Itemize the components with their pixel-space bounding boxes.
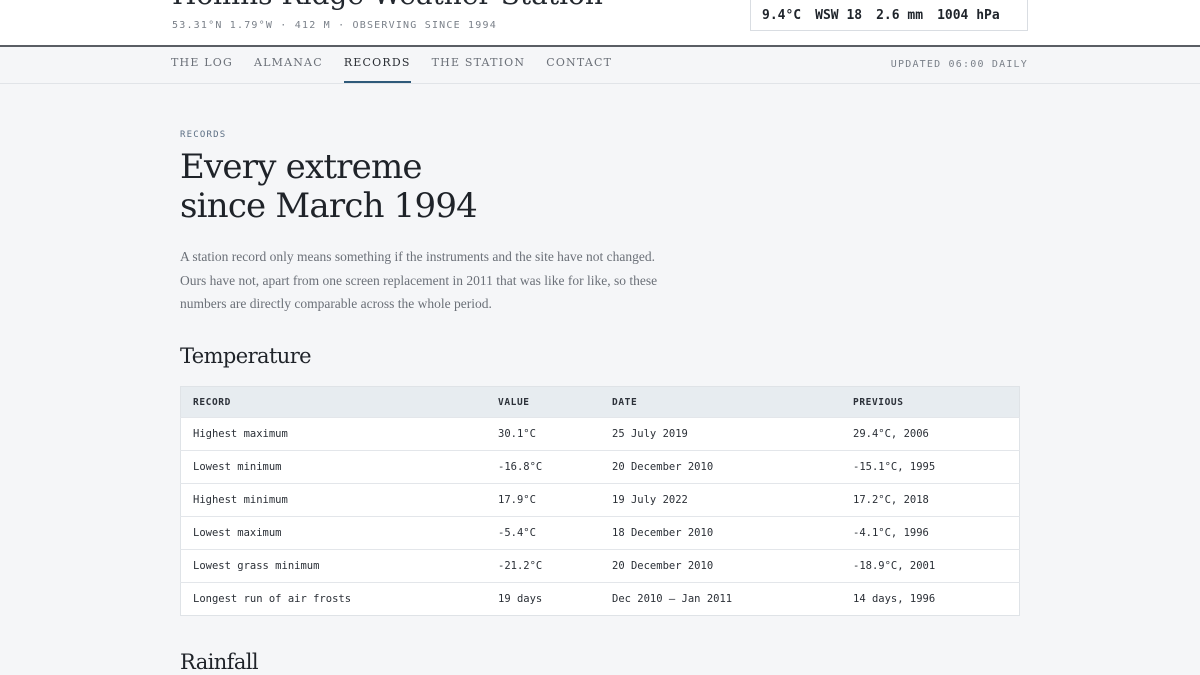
- temperature-heading: Temperature: [180, 344, 312, 368]
- record-date: Dec 2010 – Jan 2011: [612, 593, 733, 605]
- column-header-previous: PREVIOUS: [853, 396, 904, 408]
- record-name: Longest run of air frosts: [193, 593, 352, 605]
- current-rain: 2.6 mm: [876, 7, 924, 23]
- record-value: 17.9°C: [498, 494, 536, 506]
- page-title: Every extreme since March 1994: [180, 148, 700, 226]
- table-row: Highest maximum 30.1°C 25 July 2019 29.4…: [180, 417, 1020, 451]
- intro-paragraph: A station record only means something if…: [180, 249, 658, 311]
- rainfall-heading: Rainfall: [180, 650, 259, 674]
- record-previous: 17.2°C, 2018: [853, 494, 929, 506]
- column-header-value: VALUE: [498, 396, 530, 408]
- table-row: Lowest maximum -5.4°C 18 December 2010 -…: [180, 516, 1020, 550]
- record-previous: -4.1°C, 1996: [853, 527, 929, 539]
- nav-item-the-station[interactable]: THE STATION: [432, 47, 526, 83]
- table-header-row: RECORD VALUE DATE PREVIOUS: [180, 386, 1020, 418]
- table-row: Lowest grass minimum -21.2°C 20 December…: [180, 549, 1020, 583]
- site-title[interactable]: Hollins Ridge Weather Station: [172, 0, 603, 12]
- table-row: Lowest minimum -16.8°C 20 December 2010 …: [180, 450, 1020, 484]
- update-schedule: UPDATED 06:00 DAILY: [890, 59, 1028, 70]
- record-name: Lowest grass minimum: [193, 560, 320, 572]
- nav-items: THE LOG ALMANAC RECORDS THE STATION CONT…: [171, 47, 633, 83]
- main-nav: THE LOG ALMANAC RECORDS THE STATION CONT…: [0, 47, 1200, 84]
- record-value: -16.8°C: [498, 461, 543, 473]
- record-previous: -15.1°C, 1995: [853, 461, 936, 473]
- nav-item-contact[interactable]: CONTACT: [546, 47, 612, 83]
- section-eyebrow: RECORDS: [180, 130, 227, 140]
- current-conditions-readout: 9.4°C WSW 18 2.6 mm 1004 hPa: [750, 0, 1028, 31]
- record-date: 20 December 2010: [612, 461, 714, 473]
- record-value: 19 days: [498, 593, 543, 605]
- record-name: Highest minimum: [193, 494, 288, 506]
- record-previous: 29.4°C, 2006: [853, 428, 929, 440]
- record-date: 25 July 2019: [612, 428, 688, 440]
- record-name: Lowest maximum: [193, 527, 282, 539]
- record-date: 18 December 2010: [612, 527, 714, 539]
- column-header-date: DATE: [612, 396, 638, 408]
- table-row: Highest minimum 17.9°C 19 July 2022 17.2…: [180, 483, 1020, 517]
- site-meta: 53.31°N 1.79°W · 412 M · OBSERVING SINCE…: [172, 20, 497, 31]
- record-value: 30.1°C: [498, 428, 536, 440]
- record-previous: 14 days, 1996: [853, 593, 936, 605]
- current-pressure: 1004 hPa: [937, 7, 1000, 23]
- column-header-record: RECORD: [193, 396, 231, 408]
- current-temperature: 9.4°C: [762, 7, 802, 23]
- table-row: Longest run of air frosts 19 days Dec 20…: [180, 582, 1020, 616]
- nav-item-almanac[interactable]: ALMANAC: [254, 47, 323, 83]
- nav-item-the-log[interactable]: THE LOG: [171, 47, 233, 83]
- page-title-line-1: Every extreme: [180, 147, 423, 187]
- record-date: 20 December 2010: [612, 560, 714, 572]
- record-value: -21.2°C: [498, 560, 543, 572]
- record-name: Highest maximum: [193, 428, 288, 440]
- site-header: Hollins Ridge Weather Station 53.31°N 1.…: [0, 0, 1200, 47]
- record-date: 19 July 2022: [612, 494, 688, 506]
- record-previous: -18.9°C, 2001: [853, 560, 936, 572]
- temperature-records-table: RECORD VALUE DATE PREVIOUS Highest maxim…: [180, 386, 1020, 616]
- record-name: Lowest minimum: [193, 461, 282, 473]
- nav-item-records[interactable]: RECORDS: [343, 47, 411, 83]
- record-value: -5.4°C: [498, 527, 536, 539]
- page-title-line-2: since March 1994: [180, 186, 478, 226]
- current-wind: WSW 18: [815, 7, 863, 23]
